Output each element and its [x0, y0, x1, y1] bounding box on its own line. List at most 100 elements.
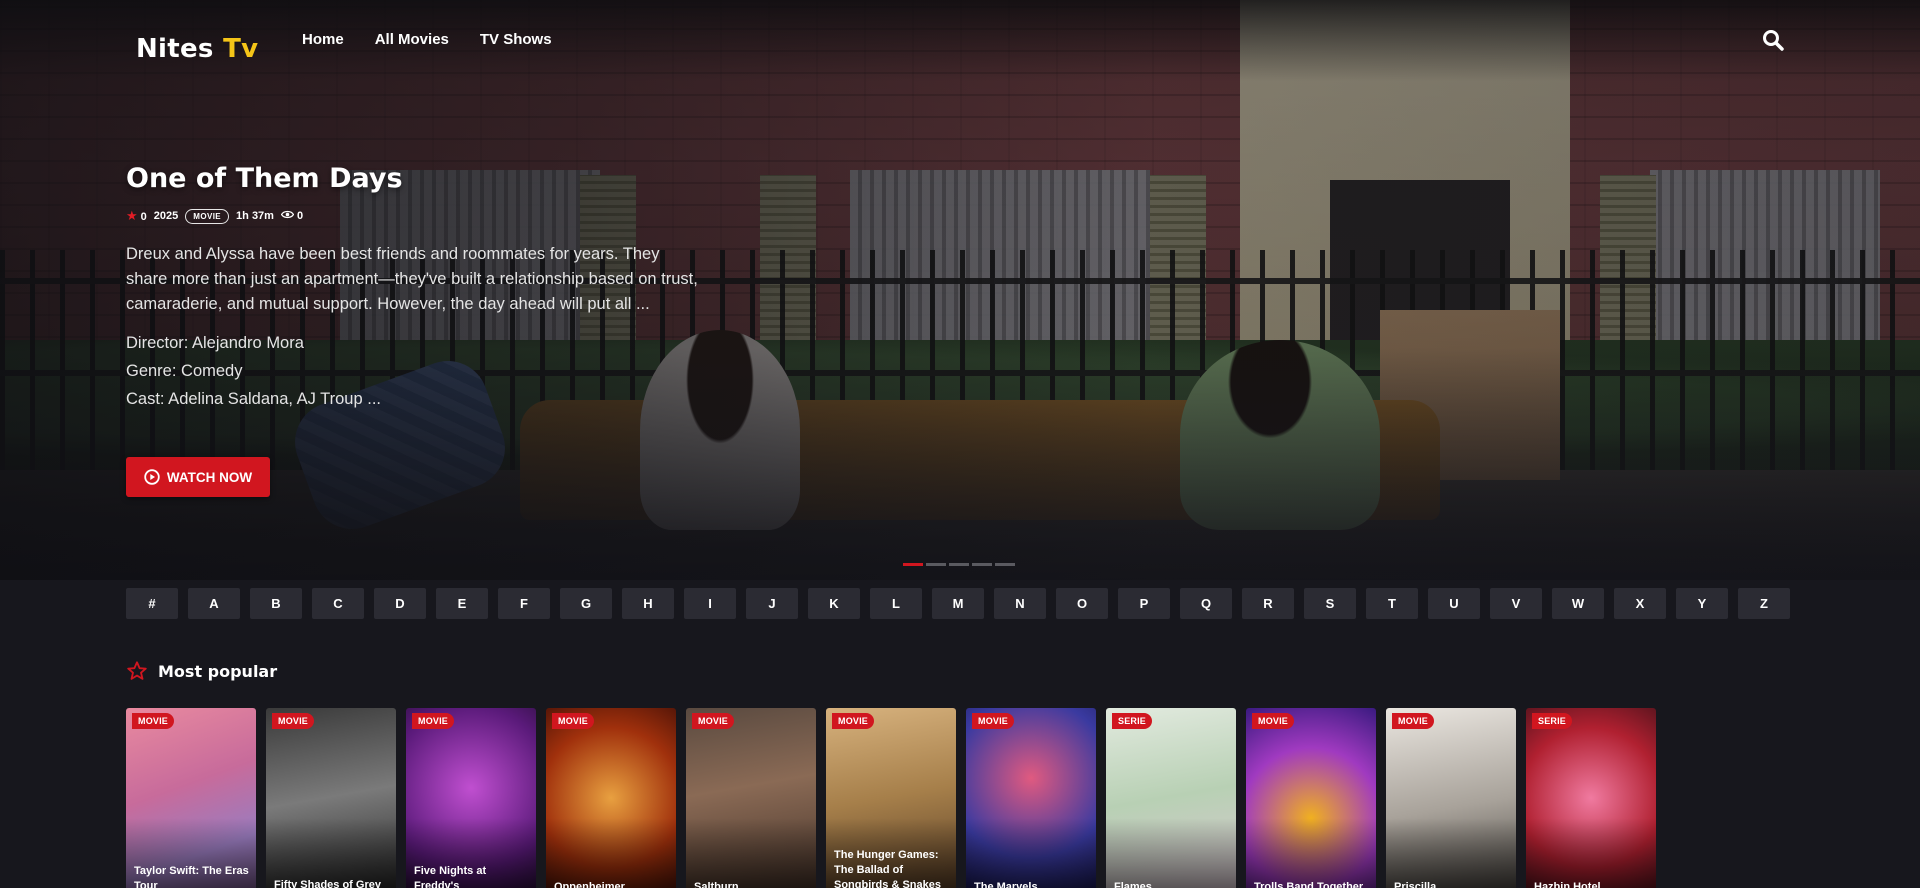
card-title: Saltburn: [694, 881, 739, 888]
card-title: Oppenheimer: [554, 881, 625, 888]
carousel-dot[interactable]: [903, 563, 923, 566]
card-title: Trolls Band Together: [1254, 881, 1364, 888]
watch-now-button[interactable]: WATCH NOW: [126, 457, 270, 497]
views-value: 0: [296, 210, 304, 222]
letter-button[interactable]: R: [1242, 588, 1294, 619]
letter-button[interactable]: L: [870, 588, 922, 619]
search-button[interactable]: [1762, 29, 1784, 51]
card-type-badge: MOVIE: [412, 713, 455, 729]
movie-card[interactable]: SERIE Hazbin Hotel: [1526, 708, 1656, 888]
hero-cast: Cast: Adelina Saldana, AJ Troup ...: [126, 390, 381, 408]
star-icon: [127, 661, 147, 680]
hero-meta: ★ 0 2025 MOVIE 1h 37m 0: [126, 208, 706, 224]
card-title: Five Nights at Freddy's: [414, 865, 487, 888]
letter-button[interactable]: O: [1056, 588, 1108, 619]
watch-now-label: WATCH NOW: [166, 469, 253, 485]
logo-accent-text: Tv: [223, 34, 259, 64]
letter-button[interactable]: E: [436, 588, 488, 619]
letter-button[interactable]: C: [312, 588, 364, 619]
alphabet-filter: # A B C D E F G H I J K L M N O P Q R S …: [126, 588, 1800, 619]
letter-button[interactable]: I: [684, 588, 736, 619]
letter-button[interactable]: M: [932, 588, 984, 619]
letter-button[interactable]: V: [1490, 588, 1542, 619]
card-type-badge: MOVIE: [552, 713, 595, 729]
carousel-dot[interactable]: [972, 563, 992, 566]
rating: ★ 0: [126, 208, 147, 224]
letter-button[interactable]: H: [622, 588, 674, 619]
card-type-badge: MOVIE: [272, 713, 315, 729]
movie-card[interactable]: MOVIE Priscilla: [1386, 708, 1516, 888]
letter-button[interactable]: U: [1428, 588, 1480, 619]
rating-value: 0: [140, 211, 147, 223]
carousel-dot[interactable]: [949, 563, 969, 566]
card-title: Fifty Shades of Grey: [274, 879, 381, 888]
letter-button[interactable]: #: [126, 588, 178, 619]
letter-button[interactable]: P: [1118, 588, 1170, 619]
popular-list: MOVIE Taylor Swift: The Eras Tour MOVIE …: [126, 708, 1666, 888]
letter-button[interactable]: Q: [1180, 588, 1232, 619]
letter-button[interactable]: S: [1304, 588, 1356, 619]
nav-link-home[interactable]: Home: [302, 31, 344, 48]
card-type-badge: MOVIE: [1392, 713, 1435, 729]
letter-button[interactable]: F: [498, 588, 550, 619]
type-badge: MOVIE: [185, 208, 230, 224]
nav-link-tv-shows[interactable]: TV Shows: [480, 31, 552, 48]
nav-links: Home All Movies TV Shows: [302, 31, 583, 48]
movie-card[interactable]: MOVIE Five Nights at Freddy's: [406, 708, 536, 888]
card-type-badge: MOVIE: [832, 713, 875, 729]
card-type-badge: MOVIE: [692, 713, 735, 729]
star-icon: ★: [126, 208, 138, 223]
most-popular-header: Most popular: [126, 660, 277, 682]
letter-button[interactable]: W: [1552, 588, 1604, 619]
card-title: Priscilla: [1394, 881, 1437, 888]
nav-link-all-movies[interactable]: All Movies: [375, 31, 449, 48]
movie-card[interactable]: MOVIE Trolls Band Together: [1246, 708, 1376, 888]
letter-button[interactable]: A: [188, 588, 240, 619]
search-icon: [1763, 30, 1784, 51]
movie-card[interactable]: MOVIE Fifty Shades of Grey: [266, 708, 396, 888]
year: 2025: [153, 210, 179, 222]
hero-details: One of Them Days ★ 0 2025 MOVIE 1h 37m 0 …: [126, 163, 706, 413]
duration: 1h 37m: [236, 210, 274, 222]
card-type-badge: MOVIE: [1252, 713, 1295, 729]
card-title: Hazbin Hotel: [1534, 881, 1601, 888]
play-circle-icon: [144, 469, 160, 485]
views: 0: [280, 210, 304, 222]
card-type-badge: MOVIE: [132, 713, 175, 729]
letter-button[interactable]: G: [560, 588, 612, 619]
letter-button[interactable]: K: [808, 588, 860, 619]
letter-button[interactable]: J: [746, 588, 798, 619]
carousel-dot[interactable]: [995, 563, 1015, 566]
letter-button[interactable]: Z: [1738, 588, 1790, 619]
movie-card[interactable]: MOVIE Saltburn: [686, 708, 816, 888]
movie-card[interactable]: MOVIE The Marvels: [966, 708, 1096, 888]
card-title: The Hunger Games: The Ballad of Songbird…: [834, 849, 941, 888]
section-title: Most popular: [158, 661, 278, 681]
card-type-badge: SERIE: [1112, 713, 1153, 729]
letter-button[interactable]: Y: [1676, 588, 1728, 619]
letter-button[interactable]: D: [374, 588, 426, 619]
card-title: The Marvels: [974, 881, 1038, 888]
letter-button[interactable]: X: [1614, 588, 1666, 619]
carousel-dot[interactable]: [926, 563, 946, 566]
hero-director: Director: Alejandro Mora: [126, 334, 304, 352]
card-title: Flames: [1114, 881, 1152, 888]
card-type-badge: SERIE: [1532, 713, 1573, 729]
hero-title: One of Them Days: [126, 163, 403, 194]
hero-description: Dreux and Alyssa have been best friends …: [126, 245, 698, 313]
letter-button[interactable]: N: [994, 588, 1046, 619]
movie-card[interactable]: MOVIE Taylor Swift: The Eras Tour: [126, 708, 256, 888]
top-navbar: Nites Tv Home All Movies TV Shows: [0, 0, 1920, 80]
logo-text: Nites: [136, 34, 214, 64]
eye-icon: [280, 210, 294, 219]
carousel-indicators: [903, 563, 1015, 566]
hero-info: Director: Alejandro Mora Genre: Comedy C…: [126, 329, 706, 413]
movie-card[interactable]: SERIE Flames: [1106, 708, 1236, 888]
movie-card[interactable]: MOVIE The Hunger Games: The Ballad of So…: [826, 708, 956, 888]
letter-button[interactable]: T: [1366, 588, 1418, 619]
card-title: Taylor Swift: The Eras Tour: [134, 865, 249, 888]
movie-card[interactable]: MOVIE Oppenheimer: [546, 708, 676, 888]
site-logo[interactable]: Nites Tv: [136, 34, 258, 64]
hero-genre: Genre: Comedy: [126, 362, 243, 380]
letter-button[interactable]: B: [250, 588, 302, 619]
